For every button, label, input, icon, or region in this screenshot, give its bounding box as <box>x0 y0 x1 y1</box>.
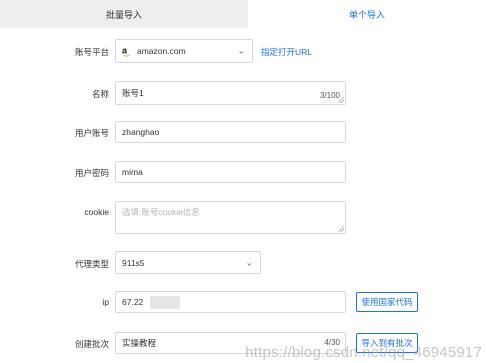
username-value: zhanghao <box>122 127 160 137</box>
cookie-label: cookie <box>84 207 109 217</box>
proxy-value: 911s5 <box>122 257 145 268</box>
platform-select[interactable]: a amazon.com ⌄ <box>115 39 253 63</box>
chevron-down-icon: ⌄ <box>245 257 253 267</box>
username-row: 用户账号 zhanghao <box>0 121 486 143</box>
platform-value: amazon.com <box>137 46 186 56</box>
ip-value: 67.22 <box>122 297 144 307</box>
ip-input[interactable]: 67.22 <box>115 291 346 313</box>
amazon-logo-icon: a <box>122 46 131 57</box>
resize-handle-icon[interactable] <box>338 97 344 103</box>
import-tabs: 批量导入 单个导入 <box>0 0 486 28</box>
proxy-row: 代理类型 911s5 ⌄ <box>0 251 486 274</box>
batch-char-count: 4/30 <box>324 338 340 347</box>
password-value: mima <box>122 167 143 177</box>
cookie-placeholder: 选填:账号cookie信息 <box>122 207 200 217</box>
name-char-count: 3/100 <box>319 91 340 100</box>
batch-row: 创建批次 实操教程 4/30 导入到有批次 <box>0 332 486 354</box>
ip-label: ip <box>102 297 109 307</box>
tab-batch-import[interactable]: 批量导入 <box>0 0 248 28</box>
cookie-row: cookie 选填:账号cookie信息 <box>0 201 486 234</box>
password-input[interactable]: mima <box>115 161 346 183</box>
name-row: 名称 账号1 3/100 <box>0 81 486 105</box>
platform-label: 账号平台 <box>74 47 109 57</box>
cookie-textarea[interactable]: 选填:账号cookie信息 <box>115 201 346 234</box>
import-to-existing-batch-button[interactable]: 导入到有批次 <box>356 333 418 353</box>
platform-row: 账号平台 a amazon.com ⌄ 指定打开URL <box>0 39 486 63</box>
username-input[interactable]: zhanghao <box>115 121 346 143</box>
chevron-down-icon: ⌄ <box>237 45 245 56</box>
password-row: 用户密码 mima <box>0 161 486 183</box>
name-value: 账号1 <box>122 88 144 98</box>
use-country-code-button[interactable]: 使用国家代码 <box>356 292 418 312</box>
tab-single-import[interactable]: 单个导入 <box>248 0 486 28</box>
batch-label: 创建批次 <box>74 339 109 349</box>
batch-input[interactable]: 实操教程 4/30 <box>115 332 346 354</box>
batch-value: 实操教程 <box>122 338 157 348</box>
proxy-type-select[interactable]: 911s5 ⌄ <box>115 251 261 274</box>
resize-handle-icon[interactable] <box>338 226 344 232</box>
specify-url-link[interactable]: 指定打开URL <box>261 46 312 58</box>
ip-row: ip 67.22 使用国家代码 <box>0 291 486 313</box>
username-label: 用户账号 <box>74 128 109 138</box>
name-label: 名称 <box>91 89 109 99</box>
name-input[interactable]: 账号1 3/100 <box>115 81 346 105</box>
password-label: 用户密码 <box>74 168 109 178</box>
proxy-label: 代理类型 <box>74 259 109 269</box>
redaction-mask <box>150 296 180 309</box>
